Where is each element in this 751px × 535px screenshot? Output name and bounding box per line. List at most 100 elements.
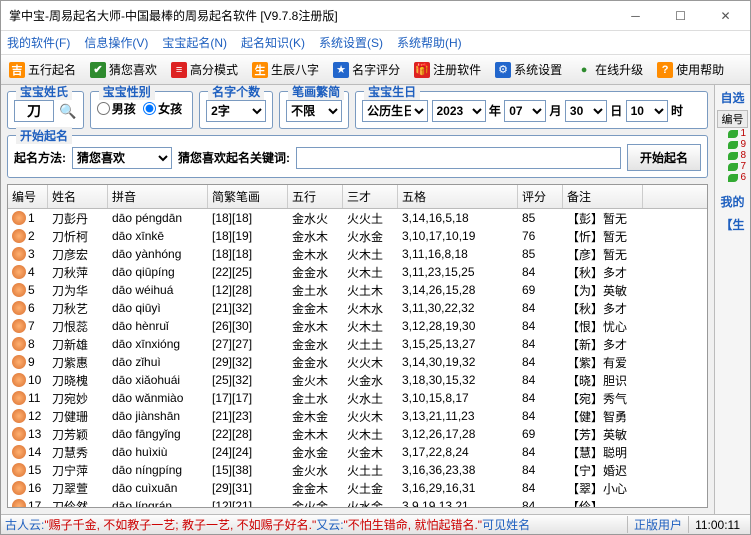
keyword-input[interactable] xyxy=(296,147,621,169)
menu-item[interactable]: 我的软件(F) xyxy=(7,34,70,51)
table-row[interactable]: 1刀彭丹dāo péngdān[18][18]金水火火火土3,14,16,5,1… xyxy=(8,209,707,227)
table-row[interactable]: 6刀秋艺dāo qiūyì[21][32]金金木火木水3,11,30,22,32… xyxy=(8,299,707,317)
maximize-button[interactable]: ☐ xyxy=(658,2,703,30)
male-radio[interactable]: 男孩 xyxy=(97,100,136,117)
table-row[interactable]: 9刀紫惠dāo zǐhuì[29][32]金金水火火木3,14,30,19,32… xyxy=(8,353,707,371)
col-header[interactable]: 编号 xyxy=(8,185,48,208)
toolbar-生辰八字[interactable]: 生生辰八字 xyxy=(248,59,323,80)
right-tag: 【生 xyxy=(717,216,748,233)
face-icon xyxy=(12,337,26,351)
count-group: 名字个数 2字 xyxy=(199,91,273,129)
table-row[interactable]: 3刀彦宏dāo yànhóng[18][18]金木水火木土3,11,16,8,1… xyxy=(8,245,707,263)
toolbar-系统设置[interactable]: ⚙系统设置 xyxy=(491,59,566,80)
face-icon xyxy=(12,427,26,441)
fav-item[interactable]: 1 xyxy=(717,128,748,139)
start-button[interactable]: 开始起名 xyxy=(627,144,701,171)
face-icon xyxy=(12,355,26,369)
menu-item[interactable]: 起名知识(K) xyxy=(241,34,305,51)
fav-item[interactable]: 7 xyxy=(717,161,748,172)
minimize-button[interactable]: ─ xyxy=(613,2,658,30)
table-row[interactable]: 13刀芳颖dāo fāngyǐng[22][28]金木木火木土3,12,26,1… xyxy=(8,425,707,443)
calendar-select[interactable]: 公历生日 xyxy=(362,100,428,122)
col-header[interactable]: 三才 xyxy=(343,185,398,208)
toolbar-在线升级[interactable]: ●在线升级 xyxy=(572,59,647,80)
toolbar-名字评分[interactable]: ★名字评分 xyxy=(329,59,404,80)
right-col: 编号 xyxy=(717,110,748,128)
table-row[interactable]: 8刀新雄dāo xīnxióng[27][27]金金水火土土3,15,25,13… xyxy=(8,335,707,353)
高分模式-icon: ≡ xyxy=(171,62,187,78)
menu-item[interactable]: 宝宝起名(N) xyxy=(162,34,227,51)
col-header[interactable]: 五格 xyxy=(398,185,518,208)
table-row[interactable]: 16刀翠萱dāo cuìxuān[29][31]金金木火土金3,16,29,16… xyxy=(8,479,707,497)
right-header: 自选 xyxy=(717,89,748,106)
window-title: 掌中宝-周易起名大师-中国最棒的周易起名软件 [V9.7.8注册版] xyxy=(9,7,613,24)
menu-item[interactable]: 信息操作(V) xyxy=(84,34,148,51)
table-row[interactable]: 17刀伶然dāo língrán[12][21]金火金火水金3,9,19,13,… xyxy=(8,497,707,507)
method-select[interactable]: 猜您喜欢 xyxy=(72,147,172,169)
toolbar-使用帮助[interactable]: ?使用帮助 xyxy=(653,59,728,80)
face-icon xyxy=(12,301,26,315)
count-select[interactable]: 2字 xyxy=(206,100,266,122)
toolbar-猜您喜欢[interactable]: ✔猜您喜欢 xyxy=(86,59,161,80)
使用帮助-icon: ? xyxy=(657,62,673,78)
fav-item[interactable]: 6 xyxy=(717,172,748,183)
table-row[interactable]: 4刀秋萍dāo qiūpíng[22][25]金金水火木土3,11,23,15,… xyxy=(8,263,707,281)
toolbar-五行起名[interactable]: 吉五行起名 xyxy=(5,59,80,80)
face-icon xyxy=(12,481,26,495)
surname-group: 宝宝姓氏 🔍 xyxy=(7,91,84,129)
face-icon xyxy=(12,211,26,225)
start-group: 开始起名 起名方法: 猜您喜欢 猜您喜欢起名关键词: 开始起名 xyxy=(7,135,708,178)
face-icon xyxy=(12,445,26,459)
status-clock: 11:00:11 xyxy=(689,518,746,532)
close-button[interactable]: ✕ xyxy=(703,2,748,30)
toolbar-高分模式[interactable]: ≡高分模式 xyxy=(167,59,242,80)
fav-item[interactable]: 9 xyxy=(717,139,748,150)
table-row[interactable]: 7刀恨蕊dāo hènruǐ[26][30]金水木火木土3,12,28,19,3… xyxy=(8,317,707,335)
month-select[interactable]: 07 xyxy=(504,100,546,122)
col-header[interactable]: 备注 xyxy=(563,185,643,208)
menu-item[interactable]: 系统设置(S) xyxy=(319,34,383,51)
face-icon xyxy=(12,265,26,279)
gender-group: 宝宝性别 男孩 女孩 xyxy=(90,91,193,129)
toolbar-注册软件[interactable]: 🎁注册软件 xyxy=(410,59,485,80)
col-header[interactable]: 简繁笔画 xyxy=(208,185,288,208)
猜您喜欢-icon: ✔ xyxy=(90,62,106,78)
trad-group: 笔画繁简 不限 xyxy=(279,91,349,129)
results-table: 编号姓名拼音简繁笔画五行三才五格评分备注 1刀彭丹dāo péngdān[18]… xyxy=(7,184,708,508)
method-label: 起名方法: xyxy=(14,149,66,166)
birth-group: 宝宝生日 公历生日 2023 年 07 月 30 日 10 时 xyxy=(355,91,708,129)
surname-input[interactable] xyxy=(14,100,54,122)
face-icon xyxy=(12,247,26,261)
table-row[interactable]: 5刀为华dāo wéihuá[12][28]金土水火土木3,14,26,15,2… xyxy=(8,281,707,299)
table-row[interactable]: 12刀健珊dāo jiànshān[21][23]金木金火火木3,13,21,1… xyxy=(8,407,707,425)
face-icon xyxy=(12,463,26,477)
生辰八字-icon: 生 xyxy=(252,62,268,78)
search-icon[interactable]: 🔍 xyxy=(59,103,76,119)
名字评分-icon: ★ xyxy=(333,62,349,78)
col-header[interactable]: 姓名 xyxy=(48,185,108,208)
year-select[interactable]: 2023 xyxy=(432,100,486,122)
在线升级-icon: ● xyxy=(576,62,592,78)
table-row[interactable]: 11刀宛妙dāo wǎnmiào[17][17]金土水火水土3,10,15,8,… xyxy=(8,389,707,407)
五行起名-icon: 吉 xyxy=(9,62,25,78)
table-row[interactable]: 10刀晓槐dāo xiǎohuái[25][32]金火木火金水3,18,30,1… xyxy=(8,371,707,389)
col-header[interactable]: 五行 xyxy=(288,185,343,208)
table-row[interactable]: 14刀慧秀dāo huìxiù[24][24]金水金火金木3,17,22,8,2… xyxy=(8,443,707,461)
trad-select[interactable]: 不限 xyxy=(286,100,342,122)
face-icon xyxy=(12,409,26,423)
fav-item[interactable]: 8 xyxy=(717,150,748,161)
status-quote: 古人云:"赐子千金, 不如教子一艺; 教子一艺, 不如赐子好名."又云:"不怕生… xyxy=(5,516,627,533)
col-header[interactable]: 评分 xyxy=(518,185,563,208)
menu-item[interactable]: 系统帮助(H) xyxy=(397,34,462,51)
face-icon xyxy=(12,391,26,405)
系统设置-icon: ⚙ xyxy=(495,62,511,78)
day-select[interactable]: 30 xyxy=(565,100,607,122)
col-header[interactable]: 拼音 xyxy=(108,185,208,208)
face-icon xyxy=(12,319,26,333)
female-radio[interactable]: 女孩 xyxy=(143,100,182,117)
hour-select[interactable]: 10 xyxy=(626,100,668,122)
table-row[interactable]: 2刀忻柯dāo xīnkē[18][19]金水木火水金3,10,17,10,19… xyxy=(8,227,707,245)
keyword-label: 猜您喜欢起名关键词: xyxy=(178,149,290,166)
face-icon xyxy=(12,373,26,387)
table-row[interactable]: 15刀宁萍dāo níngpíng[15][38]金火水火土土3,16,36,2… xyxy=(8,461,707,479)
